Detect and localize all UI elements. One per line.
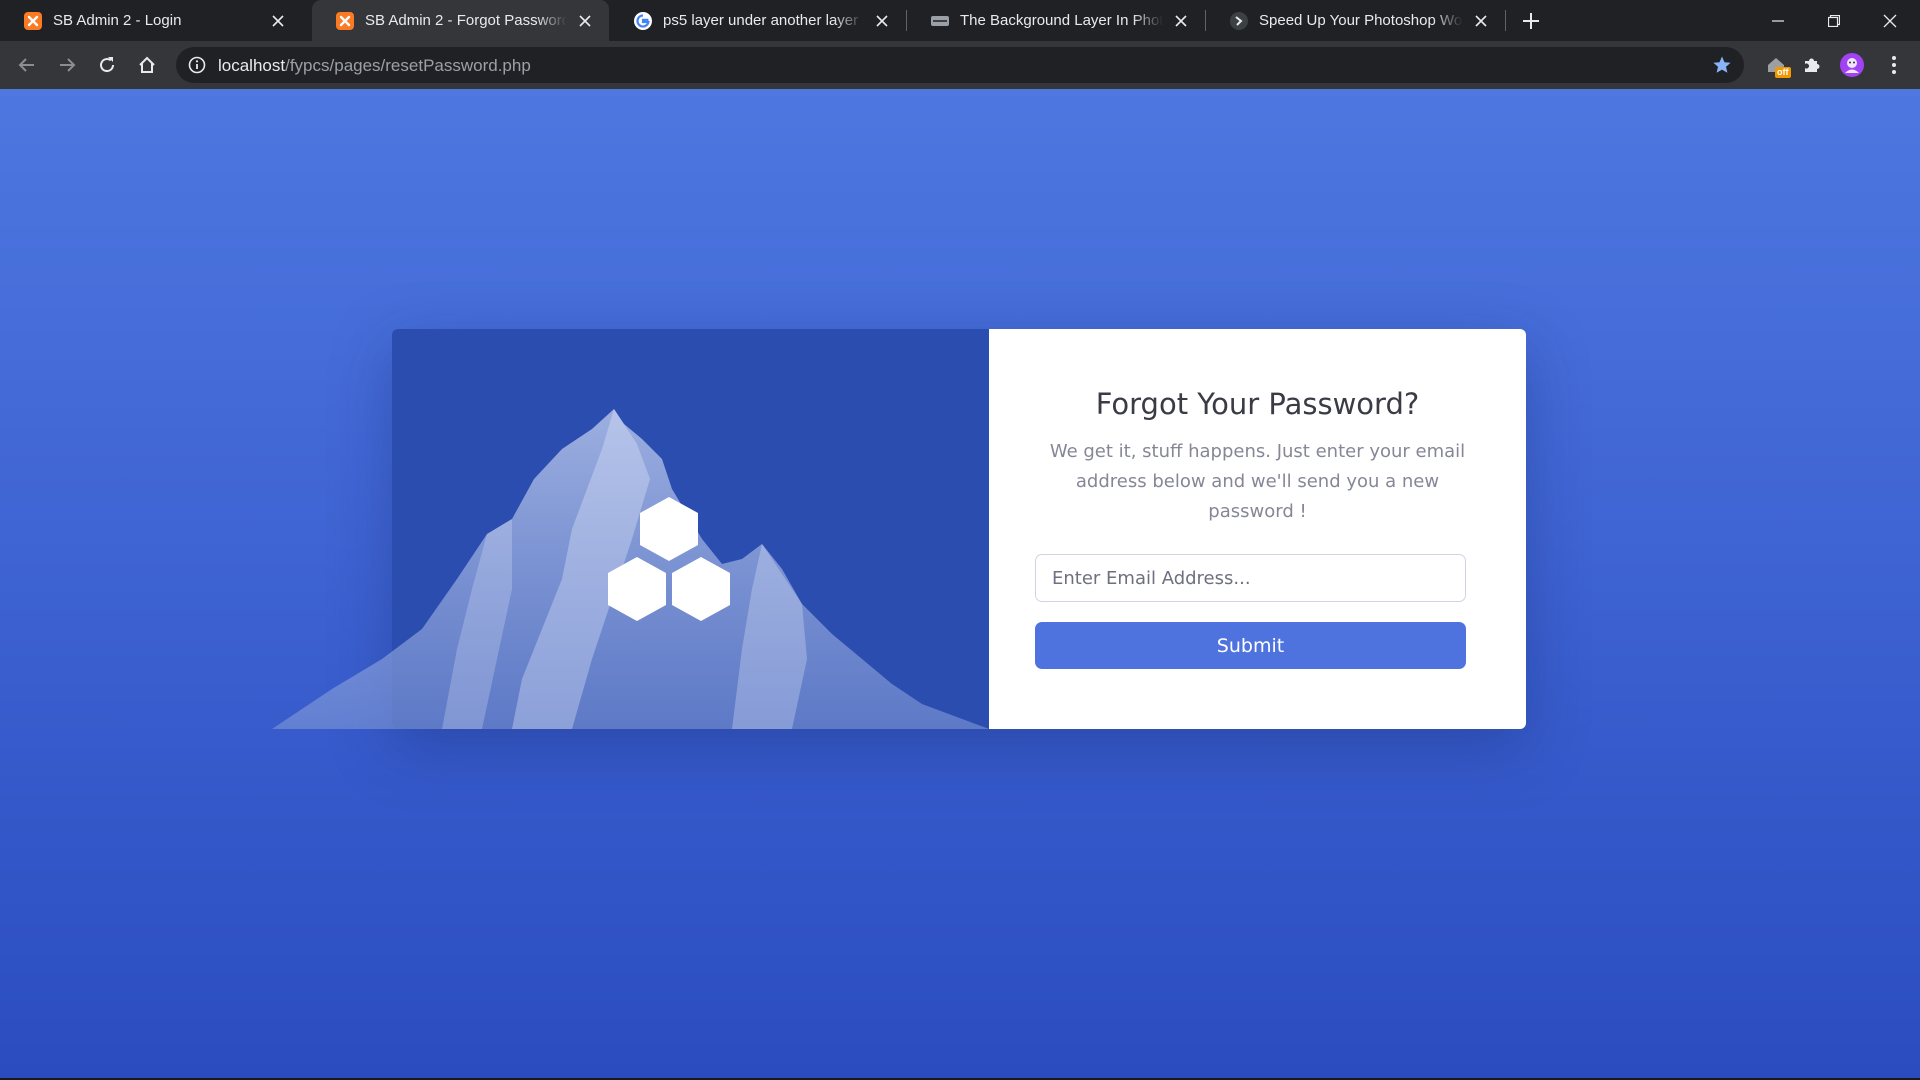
image-panel: [272, 329, 989, 729]
url-text: localhost/fypcs/pages/resetPassword.php: [218, 56, 531, 76]
url-host: localhost: [218, 56, 286, 75]
back-button[interactable]: [11, 49, 43, 81]
kebab-menu-icon: [1892, 56, 1896, 74]
close-icon[interactable]: [266, 9, 290, 33]
close-icon[interactable]: [870, 9, 894, 33]
page-title: Forgot Your Password?: [1095, 387, 1420, 421]
page-description: We get it, stuff happens. Just enter you…: [1049, 441, 1466, 522]
site-icon: [930, 11, 950, 31]
minimize-button[interactable]: [1750, 0, 1806, 41]
extensions-button[interactable]: [1798, 51, 1826, 79]
plus-icon: [1523, 13, 1539, 29]
page-viewport: Forgot Your Password? We get it, stuff h…: [0, 89, 1920, 1078]
tab-google-search[interactable]: ps5 layer under another layer sho: [610, 0, 906, 41]
home-icon: [139, 56, 155, 73]
tab-title: SB Admin 2 - Login: [53, 12, 182, 29]
extension-badge: off: [1775, 67, 1791, 78]
info-icon[interactable]: [186, 54, 208, 76]
hexagon-logo-icon: [608, 497, 730, 621]
reload-button[interactable]: [91, 49, 123, 81]
restore-icon: [1828, 14, 1840, 27]
google-icon: [633, 11, 653, 31]
tab-background-layer[interactable]: The Background Layer In Photosh: [907, 0, 1205, 41]
tab-title: ps5 layer under another layer sho: [663, 12, 864, 29]
extension-off-button[interactable]: off: [1762, 51, 1791, 79]
home-button[interactable]: [131, 49, 163, 81]
close-icon[interactable]: [573, 9, 597, 33]
submit-button[interactable]: Submit: [1035, 622, 1466, 669]
forgot-password-card: Forgot Your Password? We get it, stuff h…: [272, 329, 1526, 729]
reload-icon: [100, 57, 115, 73]
arrow-right-icon: [60, 58, 76, 72]
arrow-left-icon: [18, 58, 34, 72]
tab-strip: SB Admin 2 - Login SB Admin 2 - Forgot P…: [0, 0, 1920, 41]
close-icon: [1883, 14, 1897, 27]
xampp-icon: [23, 11, 43, 31]
forward-button[interactable]: [51, 49, 83, 81]
menu-button[interactable]: [1880, 51, 1908, 79]
xampp-icon: [335, 11, 355, 31]
bookmark-star-icon[interactable]: [1710, 53, 1734, 77]
profile-avatar[interactable]: [1838, 51, 1866, 79]
tab-title: The Background Layer In Photosh: [960, 12, 1163, 29]
new-tab-button[interactable]: [1517, 7, 1545, 35]
form-panel: Forgot Your Password? We get it, stuff h…: [989, 329, 1526, 729]
window-close-button[interactable]: [1862, 0, 1918, 41]
tab-login[interactable]: SB Admin 2 - Login: [0, 0, 302, 41]
email-field[interactable]: [1035, 554, 1466, 602]
site-icon: [1229, 11, 1249, 31]
tab-speed-up-photoshop[interactable]: Speed Up Your Photoshop Work: [1206, 0, 1505, 41]
close-icon[interactable]: [1169, 9, 1193, 33]
url-path: /fypcs/pages/resetPassword.php: [285, 56, 531, 75]
address-bar[interactable]: localhost/fypcs/pages/resetPassword.php: [176, 47, 1744, 83]
tab-separator: [1505, 10, 1506, 31]
avatar-icon: [1840, 53, 1864, 77]
tab-title: Speed Up Your Photoshop Work: [1259, 12, 1463, 29]
tab-forgot-password[interactable]: SB Admin 2 - Forgot Password: [312, 0, 609, 41]
minimize-icon: [1772, 19, 1784, 22]
puzzle-icon: [1805, 58, 1820, 72]
browser-toolbar: localhost/fypcs/pages/resetPassword.php …: [0, 41, 1920, 89]
restore-button[interactable]: [1806, 0, 1862, 41]
tab-title: SB Admin 2 - Forgot Password: [365, 12, 567, 29]
close-icon[interactable]: [1469, 9, 1493, 33]
